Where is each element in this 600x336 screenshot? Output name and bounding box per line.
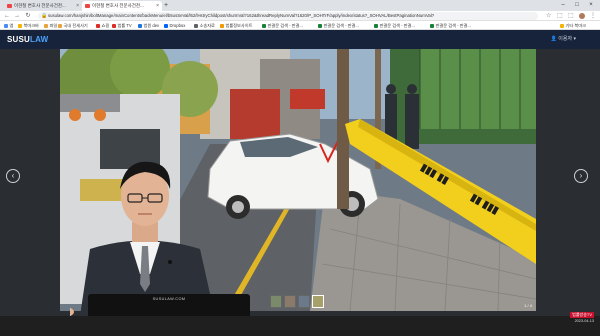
bookmark-icon bbox=[58, 23, 62, 28]
address-bar[interactable]: 🔒 susulaw.com/hanjshin/boltManage/mainCo… bbox=[38, 12, 538, 20]
tab-title: 이현철 변호사 전문사건천... bbox=[92, 3, 144, 8]
bookmark-item[interactable]: 법원 dev bbox=[138, 21, 159, 30]
browser-window: 이현철 변호사 전문사건천... × 이현철 변호사 전문사건천... × + … bbox=[0, 0, 600, 336]
bookmark-label: 판결문 검색 - 판결... bbox=[435, 23, 471, 28]
tab-close-icon[interactable]: × bbox=[156, 1, 159, 11]
bookmark-icon bbox=[374, 23, 378, 28]
thumbnail-active[interactable] bbox=[312, 295, 324, 308]
profile-avatar[interactable] bbox=[579, 13, 585, 19]
bookmark-item[interactable]: 판결문 검색 - 판결... bbox=[374, 21, 415, 30]
browser-tab-1[interactable]: 이현철 변호사 전문사건천... × bbox=[4, 1, 82, 11]
bookmark-item[interactable]: 국내 전세사기 bbox=[58, 21, 88, 30]
bookmark-item[interactable]: 쇼핑 bbox=[96, 21, 109, 30]
site-header: SUSULAW 👤 이용자 ▾ bbox=[0, 30, 600, 49]
bookmark-label: 파일 bbox=[49, 23, 58, 28]
bookmark-item[interactable]: 앱 bbox=[4, 21, 13, 30]
bookmark-item[interactable]: 소송자료 bbox=[194, 21, 215, 30]
browser-tab-2[interactable]: 이현철 변호사 전문사건천... × bbox=[82, 1, 162, 11]
tab-favicon-icon bbox=[7, 4, 12, 8]
bookmark-label: 북마크바 bbox=[23, 23, 39, 28]
bookmark-label: 판결문 검색 - 판결... bbox=[379, 23, 415, 28]
bookmark-icon bbox=[220, 23, 224, 28]
thumbnail[interactable] bbox=[298, 295, 310, 308]
bookmark-label: 국내 전세사기 bbox=[63, 23, 88, 28]
bookmark-label: 소송자료 bbox=[199, 23, 215, 28]
logo-accent: LAW bbox=[30, 35, 49, 44]
bookmark-item[interactable]: 판결문 검색 - 판결... bbox=[430, 21, 471, 30]
menu-icon[interactable]: ⋮ bbox=[590, 11, 596, 21]
bookmark-icon bbox=[138, 23, 142, 28]
bookmark-label: 법률정보사이트 bbox=[225, 23, 253, 28]
bookmark-item[interactable]: Dropbox bbox=[164, 21, 185, 30]
bookmark-icon bbox=[18, 23, 22, 28]
bookmarks-bar: 앱 북마크바 파일 국내 전세사기 쇼핑 법률 TV 법원 dev Dropbox 소송자료 법률… bbox=[0, 21, 600, 30]
bookmark-label: 판결문 검색 - 판결... bbox=[267, 23, 303, 28]
user-icon: 👤 bbox=[550, 36, 557, 42]
thumbnail[interactable] bbox=[270, 295, 282, 308]
close-window-icon[interactable]: × bbox=[584, 0, 598, 11]
bookmark-label: 쇼핑 bbox=[101, 23, 110, 28]
tab-strip: 이현철 변호사 전문사건천... × 이현철 변호사 전문사건천... × + … bbox=[0, 0, 600, 11]
chevron-down-icon: ▾ bbox=[573, 36, 576, 42]
thumbnail-strip bbox=[270, 295, 420, 309]
tab-close-icon[interactable]: × bbox=[76, 1, 79, 11]
minimize-icon[interactable]: – bbox=[556, 0, 570, 11]
logo-main: SUSU bbox=[7, 35, 31, 44]
site-logo[interactable]: SUSULAW bbox=[7, 35, 48, 44]
reload-icon[interactable]: ↻ bbox=[24, 11, 32, 21]
bookmark-icon bbox=[560, 23, 564, 28]
bookmark-item[interactable]: 판결문 검색 - 판결... bbox=[318, 21, 359, 30]
maximize-icon[interactable]: □ bbox=[570, 0, 584, 11]
bookmark-icon bbox=[112, 23, 116, 28]
bookmark-icon bbox=[164, 23, 168, 28]
browser-toolbar: ← → ↻ 🔒 susulaw.com/hanjshin/boltManage/… bbox=[0, 11, 600, 21]
bookmark-item[interactable]: 법률정보사이트 bbox=[220, 21, 252, 30]
new-tab-icon[interactable]: + bbox=[164, 0, 168, 11]
bookmark-icon bbox=[96, 23, 100, 28]
taskbar: 법률방송TV 2023-04-13 bbox=[0, 312, 600, 336]
bookmark-item[interactable]: 판결문 검색 - 판결... bbox=[262, 21, 303, 30]
bookmark-icon bbox=[318, 23, 322, 28]
star-icon[interactable]: ☆ bbox=[546, 11, 551, 21]
taskbar-date: 2023-04-13 bbox=[574, 319, 594, 323]
bookmark-icon bbox=[262, 23, 266, 28]
bookmark-label: 법원 dev bbox=[143, 23, 160, 28]
taskbar-clock: 2023-04-13 bbox=[575, 319, 594, 324]
bookmark-item[interactable]: 기타 북마크 bbox=[560, 21, 586, 30]
channel-logo: 법률방송TV bbox=[570, 312, 594, 318]
bookmark-icon bbox=[44, 23, 48, 28]
user-label: 이용자 bbox=[558, 36, 573, 42]
page-counter: 1 / 4 bbox=[524, 303, 532, 308]
bookmark-icon bbox=[4, 23, 8, 28]
tab-title: 이현철 변호사 전문사건천... bbox=[14, 3, 66, 8]
previous-arrow-icon[interactable]: ‹ bbox=[6, 169, 20, 183]
bookmark-item[interactable]: 북마크바 bbox=[18, 21, 39, 30]
presenter-figure bbox=[46, 161, 215, 318]
bookmark-label: Dropbox bbox=[169, 23, 186, 28]
bookmark-icon bbox=[430, 23, 434, 28]
next-arrow-icon[interactable]: › bbox=[574, 169, 588, 183]
presenter bbox=[46, 154, 220, 318]
bookmark-item[interactable]: 법률 TV bbox=[112, 21, 132, 30]
lock-icon: 🔒 bbox=[41, 13, 48, 19]
extension-icon[interactable]: ⬚ bbox=[557, 11, 563, 21]
bookmark-label: 법률 TV bbox=[117, 23, 132, 28]
monitor-brand-text: SUSULAW.COM bbox=[152, 297, 186, 301]
extension-icon[interactable]: ⬚ bbox=[568, 11, 574, 21]
thumbnail[interactable] bbox=[284, 295, 296, 308]
url-text: susulaw.com/hanjshin/boltManage/mainCont… bbox=[48, 13, 435, 18]
bookmark-label: 판결문 검색 - 판결... bbox=[323, 23, 359, 28]
forward-icon[interactable]: → bbox=[13, 11, 21, 21]
user-menu[interactable]: 👤 이용자 ▾ bbox=[551, 35, 576, 42]
bookmark-label: 기타 북마크 bbox=[565, 23, 586, 28]
tab-favicon-icon bbox=[85, 4, 90, 8]
bookmark-icon bbox=[194, 23, 198, 28]
bookmark-item[interactable]: 파일 bbox=[44, 21, 57, 30]
back-icon[interactable]: ← bbox=[3, 11, 11, 21]
bookmark-label: 앱 bbox=[9, 23, 14, 28]
